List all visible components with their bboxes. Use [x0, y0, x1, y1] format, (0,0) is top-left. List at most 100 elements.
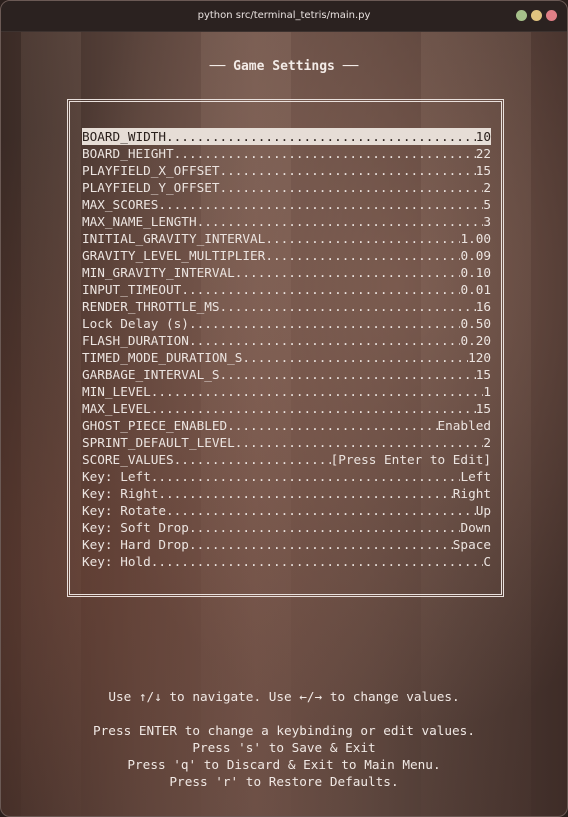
setting-leader-dots — [151, 383, 484, 400]
setting-name: PLAYFIELD_Y_OFFSET — [82, 180, 220, 195]
setting-value: 15 — [475, 401, 491, 416]
setting-value: 120 — [468, 350, 491, 365]
setting-leader-dots — [242, 349, 468, 366]
setting-name: GARBAGE_INTERVAL_S — [82, 367, 220, 382]
setting-row[interactable]: RENDER_THROTTLE_MS 16 — [82, 298, 491, 315]
setting-row[interactable]: Key: Rotate Up — [82, 502, 491, 519]
setting-leader-dots — [220, 179, 484, 196]
setting-value: Up — [475, 503, 491, 518]
setting-leader-dots — [189, 315, 460, 332]
setting-leader-dots — [197, 213, 484, 230]
setting-leader-dots — [174, 451, 331, 468]
setting-name: Key: Hold — [82, 554, 151, 569]
setting-row[interactable]: MAX_LEVEL 15 — [82, 400, 491, 417]
setting-value: 5 — [483, 197, 491, 212]
setting-leader-dots — [220, 366, 476, 383]
setting-value: 3 — [483, 214, 491, 229]
setting-name: PLAYFIELD_X_OFFSET — [82, 163, 220, 178]
setting-row[interactable]: BOARD_HEIGHT 22 — [82, 145, 491, 162]
help-save: Press 's' to Save & Exit — [192, 740, 376, 755]
help-restore: Press 'r' to Restore Defaults. — [169, 774, 399, 789]
setting-name: MAX_SCORES — [82, 197, 159, 212]
setting-value: 1.00 — [460, 231, 491, 246]
setting-value: Left — [460, 469, 491, 484]
setting-name: MIN_GRAVITY_INTERVAL — [82, 265, 235, 280]
setting-row[interactable]: INPUT_TIMEOUT 0.01 — [82, 281, 491, 298]
setting-name: Key: Right — [82, 486, 159, 501]
setting-leader-dots — [151, 553, 484, 570]
setting-row[interactable]: SPRINT_DEFAULT_LEVEL 2 — [82, 434, 491, 451]
setting-name: Key: Hard Drop — [82, 537, 189, 552]
setting-value: 16 — [475, 299, 491, 314]
setting-value: 0.20 — [460, 333, 491, 348]
setting-leader-dots — [235, 434, 484, 451]
setting-leader-dots — [181, 281, 460, 298]
close-button[interactable] — [546, 10, 557, 21]
setting-row[interactable]: Key: Soft Drop Down — [82, 519, 491, 536]
setting-row[interactable]: GHOST_PIECE_ENABLED Enabled — [82, 417, 491, 434]
setting-row[interactable]: PLAYFIELD_X_OFFSET 15 — [82, 162, 491, 179]
settings-list: BOARD_WIDTH 10BOARD_HEIGHT22PLAYFIELD_X_O… — [82, 128, 491, 570]
maximize-button[interactable] — [516, 10, 527, 21]
title-bar: python src/terminal_tetris/main.py — [1, 1, 567, 32]
setting-leader-dots — [189, 536, 453, 553]
setting-leader-dots — [227, 417, 437, 434]
setting-value: 0.50 — [460, 316, 491, 331]
setting-value: Space — [452, 537, 491, 552]
setting-name: Lock Delay (s) — [82, 316, 189, 331]
setting-leader-dots — [158, 196, 483, 213]
setting-value: 22 — [475, 146, 491, 161]
setting-leader-dots — [174, 145, 476, 162]
setting-leader-dots — [151, 468, 461, 485]
setting-leader-dots — [265, 230, 460, 247]
setting-row[interactable]: SCORE_VALUES [Press Enter to Edit] — [82, 451, 491, 468]
setting-row[interactable]: MIN_GRAVITY_INTERVAL 0.10 — [82, 264, 491, 281]
setting-name: SCORE_VALUES — [82, 452, 174, 467]
setting-row[interactable]: Key: Right Right — [82, 485, 491, 502]
setting-value: 1 — [483, 384, 491, 399]
setting-row[interactable]: Lock Delay (s) 0.50 — [82, 315, 491, 332]
setting-row[interactable]: GRAVITY_LEVEL_MULTIPLIER 0.09 — [82, 247, 491, 264]
setting-row[interactable]: FLASH_DURATION 0.20 — [82, 332, 491, 349]
help-discard: Press 'q' to Discard & Exit to Main Menu… — [127, 757, 441, 772]
setting-name: RENDER_THROTTLE_MS — [82, 299, 220, 314]
setting-name: SPRINT_DEFAULT_LEVEL — [82, 435, 235, 450]
setting-row[interactable]: Key: Hold C — [82, 553, 491, 570]
help-navigate: Use ↑/↓ to navigate. Use ←/→ to change v… — [108, 689, 460, 704]
setting-value: [Press Enter to Edit] — [330, 452, 491, 467]
setting-name: BOARD_WIDTH — [82, 129, 167, 144]
window-title: python src/terminal_tetris/main.py — [197, 10, 371, 21]
setting-name: FLASH_DURATION — [82, 333, 189, 348]
setting-leader-dots — [265, 247, 460, 264]
setting-value: 15 — [475, 367, 491, 382]
setting-row[interactable]: PLAYFIELD_Y_OFFSET 2 — [82, 179, 491, 196]
setting-row[interactable]: MAX_NAME_LENGTH 3 — [82, 213, 491, 230]
setting-value: Down — [460, 520, 491, 535]
setting-leader-dots — [166, 502, 476, 519]
setting-value: 2 — [483, 180, 491, 195]
setting-row[interactable]: TIMED_MODE_DURATION_S 120 — [82, 349, 491, 366]
terminal-window: python src/terminal_tetris/main.py ── Ga… — [0, 0, 568, 817]
setting-row[interactable]: Key: Hard Drop Space — [82, 536, 491, 553]
setting-name: Key: Rotate — [82, 503, 167, 518]
setting-name: Key: Left — [82, 469, 151, 484]
setting-row[interactable]: BOARD_WIDTH 10 — [82, 128, 491, 145]
help-enter: Press ENTER to change a keybinding or ed… — [93, 723, 475, 738]
setting-value: 2 — [483, 435, 491, 450]
setting-name: Key: Soft Drop — [82, 520, 189, 535]
setting-name: MAX_LEVEL — [82, 401, 151, 416]
setting-name: GRAVITY_LEVEL_MULTIPLIER — [82, 248, 266, 263]
setting-row[interactable]: MIN_LEVEL 1 — [82, 383, 491, 400]
setting-name: TIMED_MODE_DURATION_S — [82, 350, 243, 365]
setting-leader-dots — [220, 298, 476, 315]
setting-row[interactable]: MAX_SCORES 5 — [82, 196, 491, 213]
setting-value: Enabled — [437, 418, 491, 433]
setting-value: 10 — [475, 129, 491, 144]
setting-value: 15 — [475, 163, 491, 178]
setting-row[interactable]: Key: Left Left — [82, 468, 491, 485]
setting-value: Right — [452, 486, 491, 501]
setting-row[interactable]: INITIAL_GRAVITY_INTERVAL 1.00 — [82, 230, 491, 247]
setting-name: INITIAL_GRAVITY_INTERVAL — [82, 231, 266, 246]
setting-row[interactable]: GARBAGE_INTERVAL_S 15 — [82, 366, 491, 383]
minimize-button[interactable] — [531, 10, 542, 21]
